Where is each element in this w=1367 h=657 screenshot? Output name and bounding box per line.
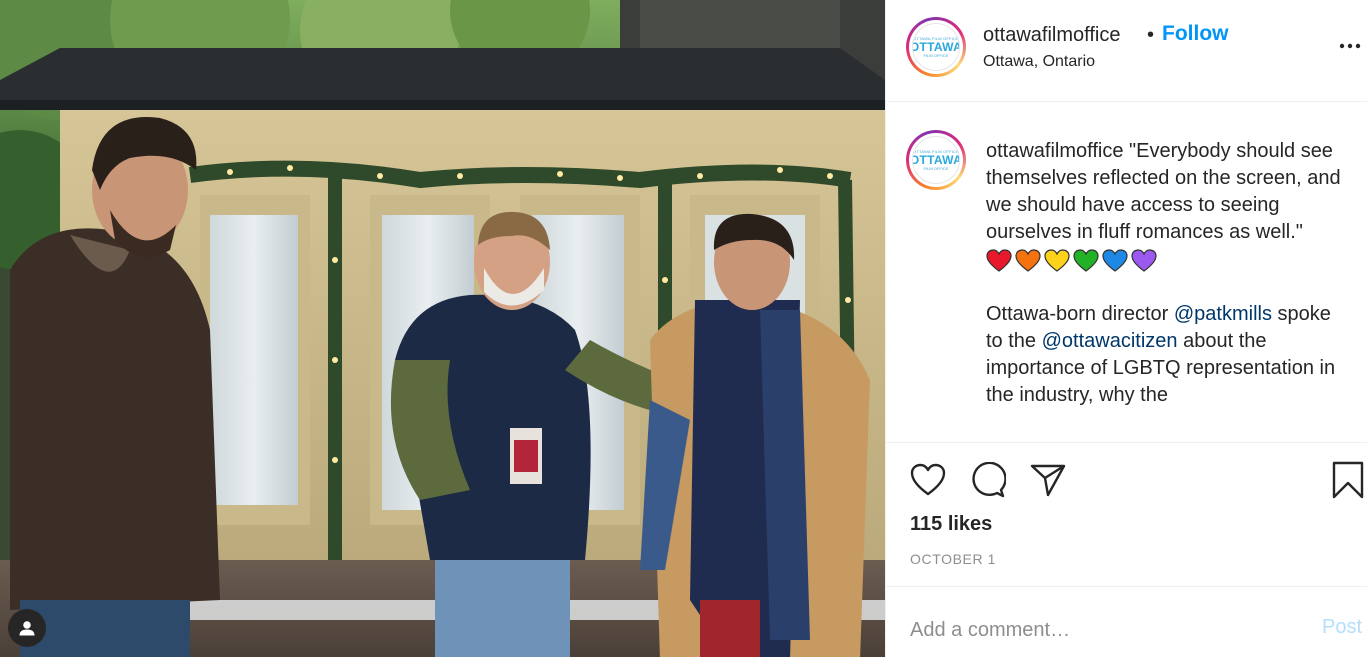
action-bar (886, 458, 1367, 502)
mention-ottawacitizen[interactable]: @ottawacitizen (1042, 330, 1178, 352)
logo-main-text: OTTAWA (912, 152, 960, 167)
post-dialog: OTTAWA FILM OFFICE OTTAWA FILM OFFICE ot… (0, 0, 1367, 657)
logo-sub-text: FILM OFFICE (923, 165, 949, 171)
logo-main-text: OTTAWA (912, 39, 960, 54)
likes-count[interactable]: 115 likes (910, 513, 992, 536)
red-heart-icon (986, 248, 1012, 273)
caption-p2-prefix: Ottawa-born director (986, 303, 1174, 325)
comment-bar: Post (886, 586, 1367, 657)
orange-heart-icon (1015, 248, 1041, 273)
tagged-user-icon[interactable] (8, 609, 46, 647)
caption-text: ottawafilmoffice "Everybody should see t… (986, 138, 1346, 409)
blue-heart-icon (1102, 248, 1128, 273)
comment-input[interactable] (910, 615, 1290, 645)
logo-sub-text: FILM OFFICE (923, 52, 949, 58)
paper-plane-icon[interactable] (1026, 458, 1070, 502)
follow-button[interactable]: Follow (1162, 22, 1229, 46)
caption-paragraph: Ottawa-born director @patkmills spoke to… (986, 301, 1346, 409)
post-header: OTTAWA FILM OFFICE OTTAWA FILM OFFICE ot… (886, 0, 1367, 102)
bookmark-icon[interactable] (1326, 458, 1367, 502)
heart-emoji-row (986, 247, 1346, 274)
caption-username[interactable]: ottawafilmoffice (986, 140, 1123, 162)
avatar[interactable]: OTTAWA FILM OFFICE OTTAWA FILM OFFICE (906, 17, 966, 77)
location-link[interactable]: Ottawa, Ontario (983, 53, 1095, 71)
purple-heart-icon (1131, 248, 1157, 273)
yellow-heart-icon (1044, 248, 1070, 273)
header-username[interactable]: ottawafilmoffice (983, 24, 1120, 47)
more-horizontal-icon[interactable] (1338, 34, 1362, 58)
photo-illustration (0, 0, 885, 657)
green-heart-icon (1073, 248, 1099, 273)
post-side-panel: OTTAWA FILM OFFICE OTTAWA FILM OFFICE ot… (885, 0, 1367, 657)
caption-area: OTTAWA FILM OFFICE OTTAWA FILM OFFICE ot… (886, 103, 1367, 443)
separator-dot: • (1147, 24, 1155, 46)
comment-bubble-icon[interactable] (966, 458, 1010, 502)
post-date[interactable]: OCTOBER 1 (910, 551, 996, 567)
caption-avatar[interactable]: OTTAWA FILM OFFICE OTTAWA FILM OFFICE (906, 130, 966, 190)
post-photo[interactable] (0, 0, 885, 657)
heart-outline-icon[interactable] (906, 458, 950, 502)
mention-patkmills[interactable]: @patkmills (1174, 303, 1272, 325)
post-button[interactable]: Post (1322, 616, 1362, 639)
